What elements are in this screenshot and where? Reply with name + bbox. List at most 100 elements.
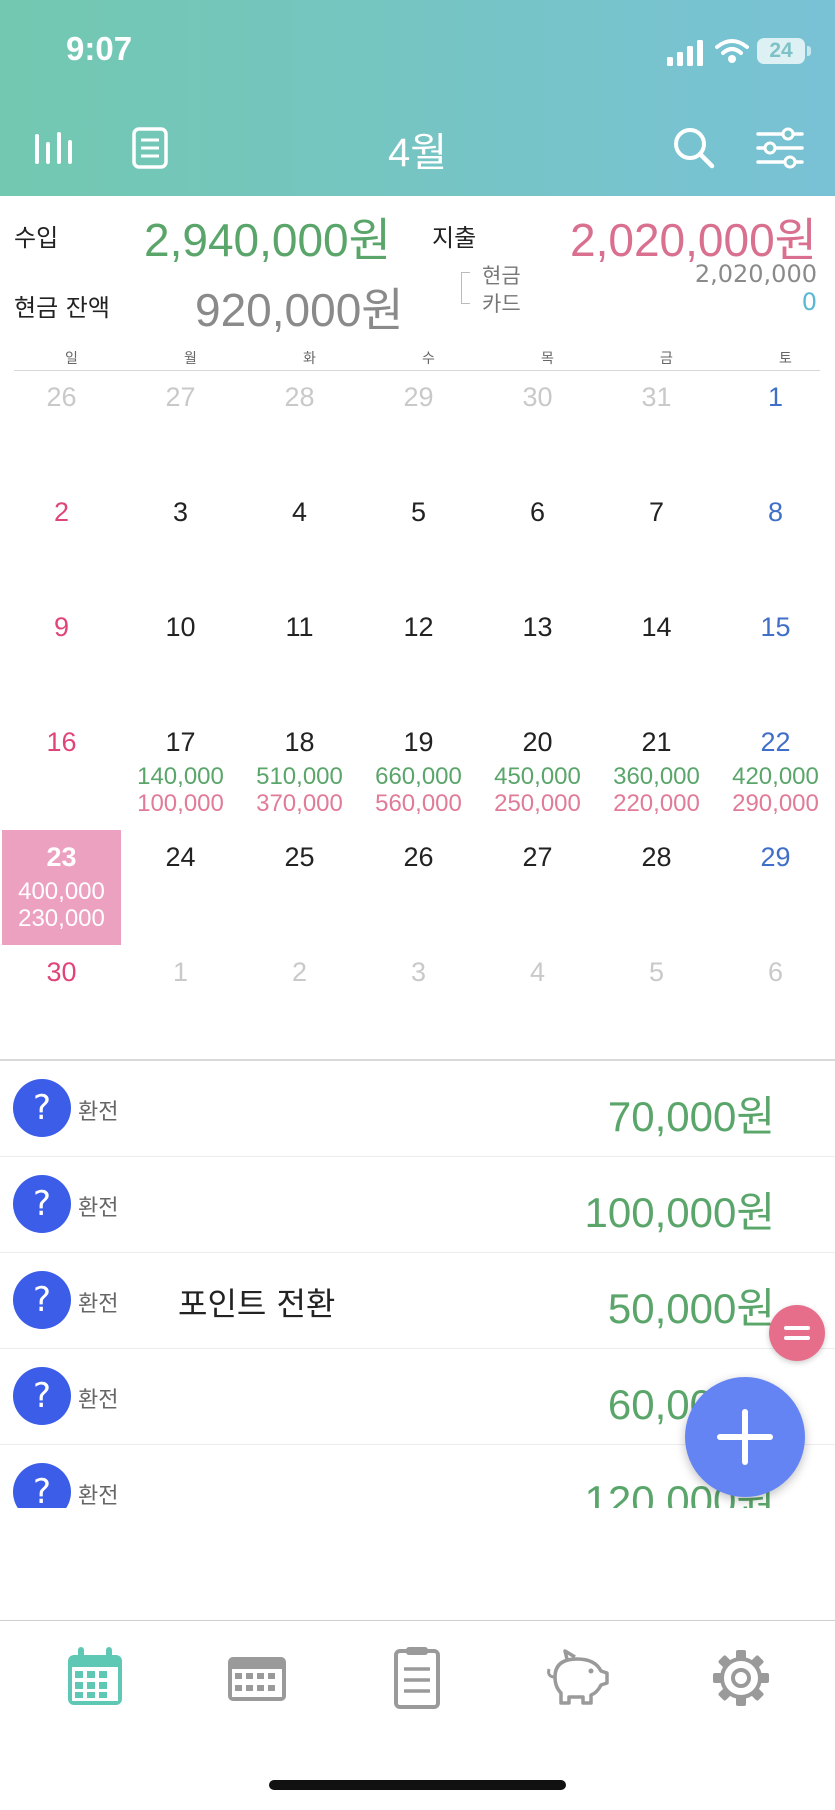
calendar-day[interactable]: 5 — [359, 485, 478, 600]
day-number: 3 — [410, 957, 427, 987]
calendar-day[interactable]: 7 — [597, 485, 716, 600]
calendar-day[interactable]: 2 — [2, 485, 121, 600]
calendar-day[interactable]: 14 — [597, 600, 716, 715]
plus-icon — [742, 1409, 748, 1465]
calendar-day[interactable]: 26 — [359, 830, 478, 945]
day-number: 23 — [46, 842, 77, 872]
day-income: 660,000 — [375, 763, 462, 790]
filter-icon[interactable] — [756, 124, 804, 172]
add-transaction-button[interactable] — [685, 1377, 805, 1497]
day-income: 420,000 — [732, 763, 819, 790]
calendar-day[interactable]: 12 — [359, 600, 478, 715]
weekday-thu: 목 — [541, 351, 554, 367]
equals-icon — [784, 1336, 810, 1340]
day-number: 15 — [760, 612, 791, 642]
calendar-day[interactable]: 29 — [716, 830, 835, 945]
settings-icon[interactable] — [706, 1643, 776, 1713]
calendar-day[interactable]: 9 — [2, 600, 121, 715]
status-icons: 24 — [615, 34, 811, 68]
calendar-day[interactable]: 13 — [478, 600, 597, 715]
piggy-bank-icon[interactable] — [543, 1643, 613, 1713]
calendar-day[interactable]: 10 — [121, 600, 240, 715]
card-value: 0 — [801, 288, 817, 316]
day-number: 14 — [641, 612, 672, 642]
cash-value: 2,020,000 — [694, 260, 817, 288]
calendar-day[interactable]: 19 660,000 560,000 — [359, 715, 478, 830]
calendar-day[interactable]: 15 — [716, 600, 835, 715]
calendar-day[interactable]: 4 — [478, 945, 597, 1060]
collapse-button[interactable] — [769, 1305, 825, 1361]
calendar-day[interactable]: 8 — [716, 485, 835, 600]
weekday-sun: 일 — [65, 351, 78, 367]
calendar-day[interactable]: 26 — [2, 370, 121, 485]
transaction-category: 환전 — [78, 1292, 119, 1317]
equals-icon — [784, 1326, 810, 1330]
calendar-day[interactable]: 24 — [121, 830, 240, 945]
wifi-icon — [715, 39, 749, 63]
calendar-day[interactable]: 4 — [240, 485, 359, 600]
transaction-category: 환전 — [78, 1388, 119, 1413]
calendar-day[interactable]: 20 450,000 250,000 — [478, 715, 597, 830]
day-income: 450,000 — [494, 763, 581, 790]
day-number: 29 — [760, 842, 791, 872]
calendar-day[interactable]: 31 — [597, 370, 716, 485]
search-icon[interactable] — [670, 124, 718, 172]
calendar-day[interactable]: 5 — [597, 945, 716, 1060]
calendar-day[interactable]: 18 510,000 370,000 — [240, 715, 359, 830]
calendar-day[interactable]: 3 — [359, 945, 478, 1060]
day-number: 27 — [165, 382, 196, 412]
transaction-row[interactable]: ? 환전 100,000원 — [0, 1157, 835, 1253]
calendar-day[interactable]: 2 — [240, 945, 359, 1060]
day-expense: 220,000 — [613, 790, 700, 817]
calendar-day[interactable]: 1 — [716, 370, 835, 485]
calendar-icon[interactable] — [60, 1643, 130, 1713]
day-number: 1 — [172, 957, 189, 987]
cash-label: 현금 — [482, 264, 521, 288]
day-number: 22 — [760, 727, 791, 757]
calendar-day[interactable]: 29 — [359, 370, 478, 485]
day-income: 140,000 — [137, 763, 224, 790]
transaction-row[interactable]: ? 환전 70,000원 — [0, 1061, 835, 1157]
day-number: 31 — [641, 382, 672, 412]
transaction-row[interactable]: ? 환전 포인트 전환 50,000원 — [0, 1253, 835, 1349]
calendar-day[interactable]: 28 — [240, 370, 359, 485]
calendar-day[interactable]: 6 — [478, 485, 597, 600]
weekly-icon[interactable] — [222, 1643, 292, 1713]
calendar-day[interactable]: 30 — [478, 370, 597, 485]
unknown-category-icon: ? — [13, 1079, 71, 1137]
status-time: 9:07 — [66, 30, 133, 67]
day-number: 24 — [165, 842, 196, 872]
calendar-day[interactable]: 22 420,000 290,000 — [716, 715, 835, 830]
report-icon[interactable] — [382, 1643, 452, 1713]
unknown-category-icon: ? — [13, 1463, 71, 1508]
weekday-wed: 수 — [422, 351, 435, 367]
calendar-day[interactable]: 3 — [121, 485, 240, 600]
calendar-day[interactable]: 16 — [2, 715, 121, 830]
day-number: 11 — [285, 612, 314, 642]
day-expense: 230,000 — [18, 905, 105, 932]
transaction-category: 환전 — [78, 1484, 119, 1508]
day-income: 360,000 — [613, 763, 700, 790]
calendar-day-selected[interactable]: 23 400,000 230,000 — [2, 830, 121, 945]
calendar-day[interactable]: 27 — [478, 830, 597, 945]
calendar-day[interactable]: 28 — [597, 830, 716, 945]
day-number: 12 — [403, 612, 434, 642]
calendar-day[interactable]: 17 140,000 100,000 — [121, 715, 240, 830]
calendar-day[interactable]: 6 — [716, 945, 835, 1060]
calendar-day[interactable]: 21 360,000 220,000 — [597, 715, 716, 830]
home-indicator — [269, 1780, 566, 1790]
calendar-day[interactable]: 11 — [240, 600, 359, 715]
transaction-category: 환전 — [78, 1100, 119, 1125]
day-number: 6 — [529, 497, 546, 527]
day-expense: 100,000 — [137, 790, 224, 817]
calendar-day[interactable]: 30 — [2, 945, 121, 1060]
income-label: 수입 — [14, 224, 59, 252]
day-number: 19 — [403, 727, 434, 757]
expense-label: 지출 — [432, 224, 477, 252]
calendar-day[interactable]: 25 — [240, 830, 359, 945]
day-number: 30 — [46, 957, 77, 987]
unknown-category-icon: ? — [13, 1175, 71, 1233]
balance-label: 현금 잔액 — [14, 294, 110, 322]
calendar-day[interactable]: 1 — [121, 945, 240, 1060]
calendar-day[interactable]: 27 — [121, 370, 240, 485]
